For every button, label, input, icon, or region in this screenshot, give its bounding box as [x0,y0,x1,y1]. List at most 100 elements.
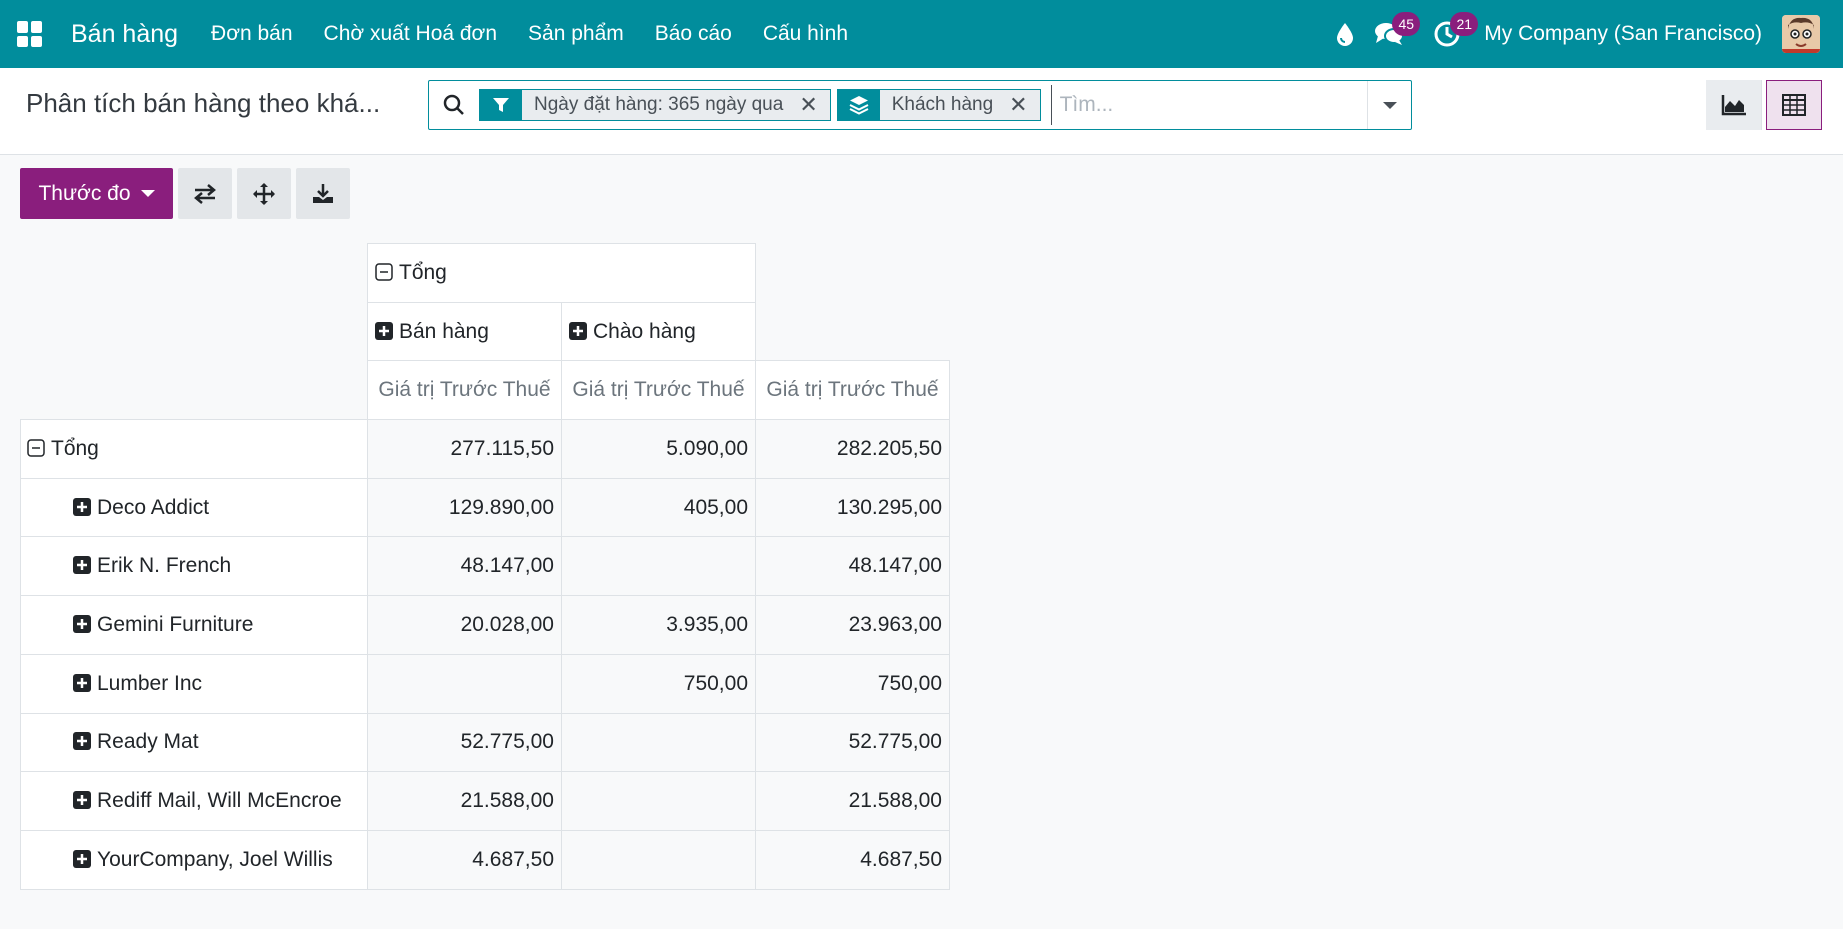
table-cell[interactable]: 405,00 [561,477,756,538]
download-button[interactable] [296,168,350,219]
table-row: Gemini Furniture 20.028,00 3.935,00 23.9… [20,595,950,655]
table-cell[interactable] [561,771,756,831]
row-header[interactable]: YourCompany, Joel Willis [20,829,368,890]
apps-menu-icon[interactable] [17,21,43,47]
top-navbar: Bán hàng Đơn bán Chờ xuất Hoá đơn Sản ph… [0,0,1843,68]
table-cell[interactable] [561,536,756,597]
row-label: Lumber Inc [97,671,203,695]
search-bar: Ngày đặt hàng: 365 ngày qua ✕ Khách hàng… [428,80,1412,130]
col-header-sales[interactable]: Bán hàng [367,301,562,362]
measure-header[interactable]: Giá trị Trước Thuế [755,360,950,421]
table-cell[interactable]: 129.890,00 [367,477,562,538]
table-cell[interactable]: 4.687,50 [755,829,950,890]
company-switcher[interactable]: My Company (San Francisco) [1484,22,1762,46]
menu-item-configuration[interactable]: Cấu hình [763,22,848,46]
filter-icon [480,90,522,120]
messages-icon[interactable]: 45 [1374,12,1421,49]
expand-icon [375,321,393,340]
graph-view-button[interactable] [1706,80,1762,130]
table-cell[interactable]: 23.963,00 [755,595,950,655]
remove-groupby-icon[interactable]: ✕ [1003,90,1040,120]
table-cell[interactable]: 5.090,00 [561,419,756,479]
row-header[interactable]: Deco Addict [20,477,368,538]
search-icon[interactable] [429,81,479,129]
measures-button[interactable]: Thước đo [20,168,173,219]
table-row: Rediff Mail, Will McEncroe 21.588,00 21.… [20,771,950,831]
row-total-label: Tổng [51,436,99,460]
search-options-toggle[interactable] [1367,81,1411,129]
table-cell[interactable]: 52.775,00 [367,712,562,773]
table-row-total: Tổng 277.115,50 5.090,00 282.205,50 [20,419,950,479]
download-icon [313,183,333,203]
table-cell[interactable] [561,829,756,890]
table-cell[interactable]: 48.147,00 [367,536,562,597]
row-label: Erik N. French [97,554,232,578]
pivot-view-button[interactable] [1766,80,1822,130]
table-cell[interactable]: 48.147,00 [755,536,950,597]
measures-label: Thước đo [38,181,131,205]
row-header-total[interactable]: Tổng [20,419,368,479]
table-row: Lumber Inc 750,00 750,00 [20,653,950,714]
filter-facet-label: Ngày đặt hàng: 365 ngày qua [522,90,794,120]
collapse-icon [27,439,45,457]
table-cell[interactable]: 3.935,00 [561,595,756,655]
table-cell[interactable]: 277.115,50 [367,419,562,479]
expand-icon [73,614,91,633]
row-header[interactable]: Ready Mat [20,712,368,773]
arrows-icon [253,182,275,205]
drop-icon[interactable] [1330,19,1360,49]
col-header-total[interactable]: Tổng [367,243,756,303]
table-cell[interactable]: 750,00 [755,653,950,714]
table-cell[interactable]: 21.588,00 [367,771,562,831]
row-header[interactable]: Erik N. French [20,536,368,597]
table-row: Ready Mat 52.775,00 52.775,00 [20,712,950,773]
menu-item-to-invoice[interactable]: Chờ xuất Hoá đơn [324,22,497,46]
app-title[interactable]: Bán hàng [71,20,178,49]
menu-item-reporting[interactable]: Báo cáo [655,22,732,46]
table-cell[interactable]: 4.687,50 [367,829,562,890]
col-group-label: Bán hàng [399,319,489,343]
table-cell[interactable]: 282.205,50 [755,419,950,479]
filter-facet[interactable]: Ngày đặt hàng: 365 ngày qua ✕ [479,89,831,121]
menu-item-orders[interactable]: Đơn bán [211,22,293,46]
expand-all-button[interactable] [237,168,291,219]
groupby-facet-label: Khách hàng [879,90,1004,120]
group-by-icon [837,90,880,120]
col-group-label: Chào hàng [593,319,696,343]
measure-header[interactable]: Giá trị Trước Thuế [367,360,562,421]
row-header[interactable]: Rediff Mail, Will McEncroe [20,771,368,831]
row-header[interactable]: Lumber Inc [20,653,368,714]
groupby-facet[interactable]: Khách hàng ✕ [836,89,1041,121]
table-cell[interactable] [367,653,562,714]
table-cell[interactable]: 52.775,00 [755,712,950,773]
flip-axis-button[interactable] [178,168,232,219]
breadcrumb: Phân tích bán hàng theo khá... [26,88,381,118]
menu-item-products[interactable]: Sản phẩm [528,22,624,46]
table-cell[interactable]: 20.028,00 [367,595,562,655]
col-total-label: Tổng [399,260,447,284]
table-cell[interactable]: 130.295,00 [755,477,950,538]
search-input[interactable] [1050,85,1367,125]
expand-icon [73,556,91,575]
table-icon [1782,94,1806,116]
table-cell[interactable] [561,712,756,773]
pivot-toolbar: Thước đo [20,168,350,219]
activities-badge: 21 [1450,12,1479,36]
expand-icon [73,732,91,751]
table-row: YourCompany, Joel Willis 4.687,50 4.687,… [20,829,950,890]
row-label: Ready Mat [97,730,199,754]
measure-header[interactable]: Giá trị Trước Thuế [561,360,756,421]
activities-icon[interactable]: 21 [1432,12,1479,49]
user-avatar[interactable] [1782,15,1820,53]
messages-badge: 45 [1392,12,1421,36]
area-chart-icon [1721,95,1746,116]
row-header[interactable]: Gemini Furniture [20,595,368,655]
col-header-quotation[interactable]: Chào hàng [561,301,756,362]
remove-filter-icon[interactable]: ✕ [793,90,830,120]
table-cell[interactable]: 750,00 [561,653,756,714]
row-label: YourCompany, Joel Willis [97,847,333,871]
pivot-table: Tổng Bán hàng Chào hàng Giá trị Trước Th… [20,243,950,890]
collapse-icon [375,263,393,281]
row-label: Gemini Furniture [97,612,254,636]
table-cell[interactable]: 21.588,00 [755,771,950,831]
